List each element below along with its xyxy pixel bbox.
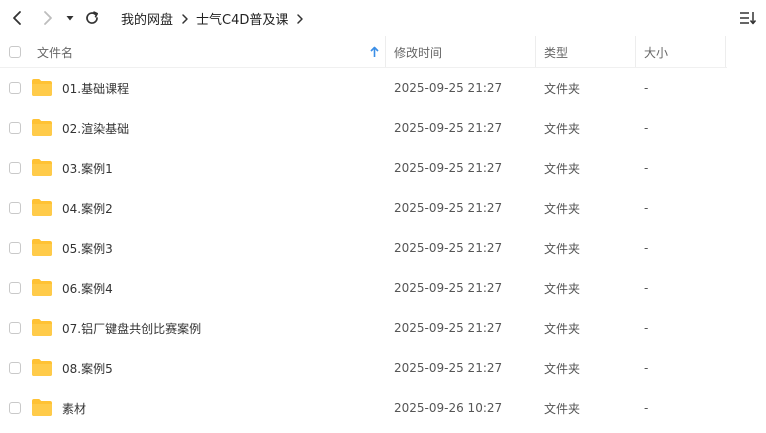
file-size: - <box>644 161 649 175</box>
column-name[interactable]: 文件名 <box>37 36 383 68</box>
file-modified: 2025-09-25 21:27 <box>394 201 503 215</box>
file-modified: 2025-09-25 21:27 <box>394 161 503 175</box>
file-modified: 2025-09-25 21:27 <box>394 281 503 295</box>
column-divider[interactable] <box>725 36 726 68</box>
file-type: 文件夹 <box>544 161 581 176</box>
row-checkbox[interactable] <box>9 82 21 94</box>
file-size: - <box>644 401 649 415</box>
file-list: 01.基础课程 2025-09-25 21:27 文件夹 - 02.渲染基础 2… <box>0 68 766 428</box>
row-checkbox[interactable] <box>9 122 21 134</box>
folder-icon <box>32 319 52 336</box>
row-checkbox[interactable] <box>9 362 21 374</box>
file-size: - <box>644 201 649 215</box>
folder-icon <box>32 79 52 96</box>
column-size-label: 大小 <box>644 45 669 60</box>
view-mode-button[interactable] <box>736 6 760 30</box>
file-name[interactable]: 素材 <box>62 388 86 428</box>
file-modified: 2025-09-25 21:27 <box>394 81 503 95</box>
breadcrumb: 我的网盘 士气C4D普及课 <box>121 9 311 28</box>
file-size: - <box>644 281 649 295</box>
folder-icon <box>32 199 52 216</box>
row-checkbox[interactable] <box>9 202 21 214</box>
file-modified: 2025-09-26 10:27 <box>394 401 503 415</box>
chevron-right-icon[interactable] <box>296 13 304 25</box>
file-row[interactable]: 素材 2025-09-26 10:27 文件夹 - <box>0 388 766 428</box>
chevron-right-icon <box>44 11 52 25</box>
row-checkbox[interactable] <box>9 242 21 254</box>
file-type: 文件夹 <box>544 401 581 416</box>
file-row[interactable]: 04.案例2 2025-09-25 21:27 文件夹 - <box>0 188 766 228</box>
file-modified: 2025-09-25 21:27 <box>394 241 503 255</box>
file-row[interactable]: 01.基础课程 2025-09-25 21:27 文件夹 - <box>0 68 766 108</box>
file-modified: 2025-09-25 21:27 <box>394 121 503 135</box>
file-type: 文件夹 <box>544 241 581 256</box>
row-checkbox[interactable] <box>9 402 21 414</box>
file-name[interactable]: 06.案例4 <box>62 268 113 308</box>
file-modified: 2025-09-25 21:27 <box>394 321 503 335</box>
breadcrumb-root[interactable]: 我的网盘 <box>121 9 173 28</box>
caret-down-icon <box>66 16 74 21</box>
file-row[interactable]: 05.案例3 2025-09-25 21:27 文件夹 - <box>0 228 766 268</box>
sort-list-icon <box>740 12 757 25</box>
file-name[interactable]: 03.案例1 <box>62 148 113 188</box>
file-size: - <box>644 241 649 255</box>
row-checkbox[interactable] <box>9 282 21 294</box>
file-type: 文件夹 <box>544 321 581 336</box>
select-all-checkbox[interactable] <box>9 36 21 68</box>
file-type: 文件夹 <box>544 361 581 376</box>
file-name[interactable]: 02.渲染基础 <box>62 108 129 148</box>
file-row[interactable]: 06.案例4 2025-09-25 21:27 文件夹 - <box>0 268 766 308</box>
row-checkbox[interactable] <box>9 322 21 334</box>
chevron-right-icon <box>181 13 189 25</box>
back-button[interactable] <box>5 6 29 30</box>
column-divider[interactable] <box>385 36 386 68</box>
file-size: - <box>644 121 649 135</box>
column-name-label: 文件名 <box>37 45 74 60</box>
row-checkbox[interactable] <box>9 162 21 174</box>
column-modified[interactable]: 修改时间 <box>394 36 442 68</box>
file-name[interactable]: 07.铝厂键盘共创比赛案例 <box>62 308 201 348</box>
refresh-icon <box>86 11 99 24</box>
file-size: - <box>644 81 649 95</box>
file-size: - <box>644 361 649 375</box>
breadcrumb-current[interactable]: 士气C4D普及课 <box>196 9 288 28</box>
folder-icon <box>32 359 52 376</box>
refresh-button[interactable] <box>80 6 104 30</box>
history-dropdown-button[interactable] <box>59 6 81 30</box>
column-divider[interactable] <box>535 36 536 68</box>
folder-icon <box>32 239 52 256</box>
file-size: - <box>644 321 649 335</box>
column-modified-label: 修改时间 <box>394 45 443 60</box>
file-row[interactable]: 07.铝厂键盘共创比赛案例 2025-09-25 21:27 文件夹 - <box>0 308 766 348</box>
column-divider[interactable] <box>635 36 636 68</box>
forward-button[interactable] <box>36 6 60 30</box>
file-row[interactable]: 08.案例5 2025-09-25 21:27 文件夹 - <box>0 348 766 388</box>
folder-icon <box>32 119 52 136</box>
file-type: 文件夹 <box>544 281 581 296</box>
file-type: 文件夹 <box>544 121 581 136</box>
folder-icon <box>32 399 52 416</box>
folder-icon <box>32 279 52 296</box>
file-name[interactable]: 08.案例5 <box>62 348 113 388</box>
column-size[interactable]: 大小 <box>644 36 668 68</box>
column-type-label: 类型 <box>544 45 569 60</box>
file-modified: 2025-09-25 21:27 <box>394 361 503 375</box>
file-name[interactable]: 01.基础课程 <box>62 68 129 108</box>
column-header: 文件名 修改时间 类型 大小 <box>0 36 766 68</box>
toolbar: 我的网盘 士气C4D普及课 <box>0 0 766 36</box>
file-type: 文件夹 <box>544 201 581 216</box>
file-name[interactable]: 05.案例3 <box>62 228 113 268</box>
file-type: 文件夹 <box>544 81 581 96</box>
file-name[interactable]: 04.案例2 <box>62 188 113 228</box>
file-row[interactable]: 03.案例1 2025-09-25 21:27 文件夹 - <box>0 148 766 188</box>
column-type[interactable]: 类型 <box>544 36 568 68</box>
chevron-left-icon <box>13 11 21 25</box>
file-row[interactable]: 02.渲染基础 2025-09-25 21:27 文件夹 - <box>0 108 766 148</box>
sort-ascending-icon <box>370 46 379 57</box>
folder-icon <box>32 159 52 176</box>
